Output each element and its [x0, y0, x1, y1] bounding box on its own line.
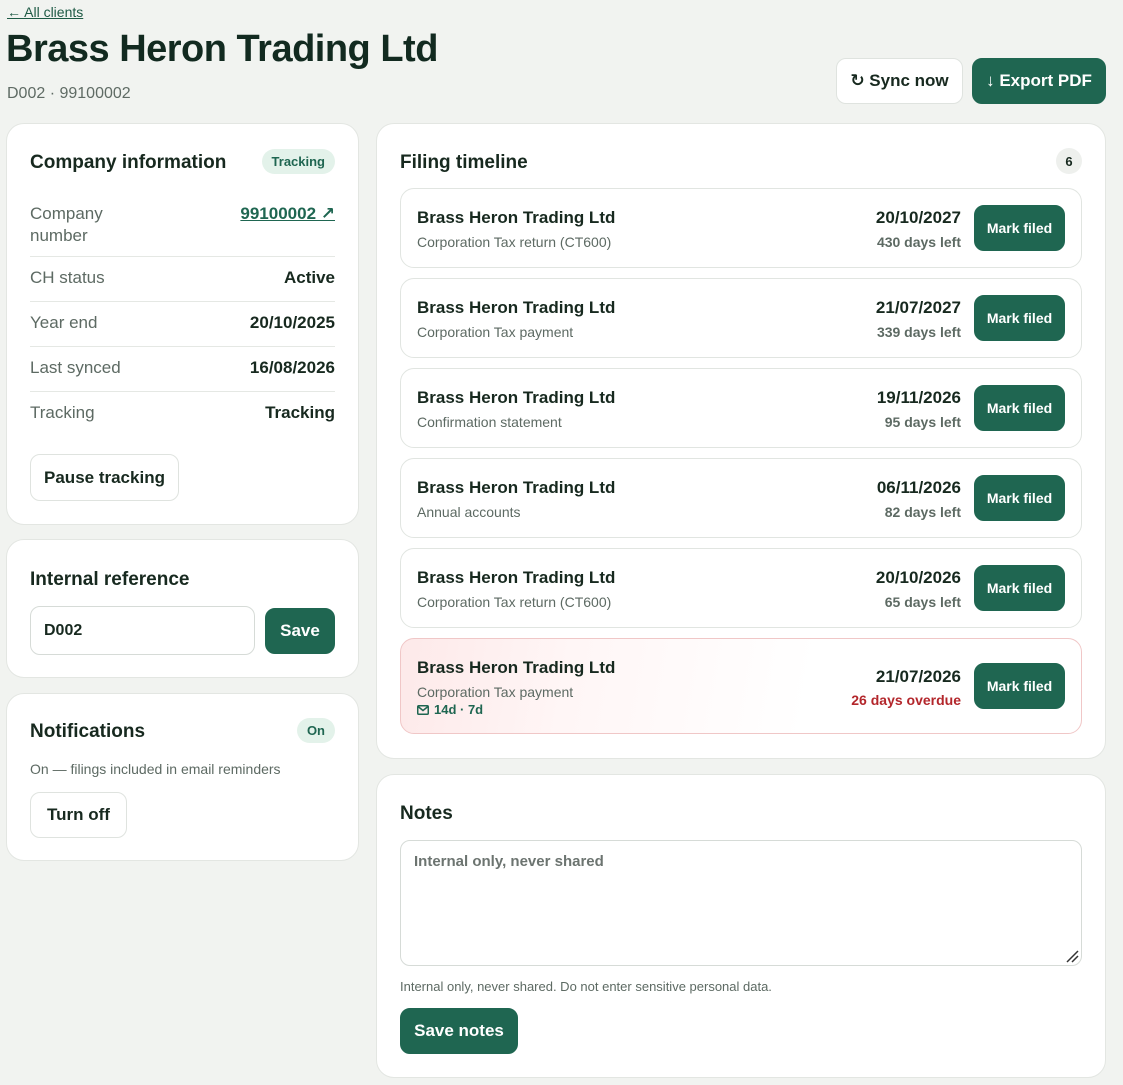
- info-label: Company number: [30, 204, 103, 245]
- filing-type: Confirmation statement: [417, 414, 562, 430]
- filing-due-date: 21/07/2026: [875, 667, 961, 686]
- info-value: Tracking: [265, 403, 335, 422]
- filing-timeline-card: Filing timeline 6 Brass Heron Trading Lt…: [376, 123, 1106, 759]
- notifications-description: On — filings included in email reminders: [30, 761, 281, 777]
- info-value: Active: [283, 268, 335, 287]
- filing-company: Brass Heron Trading Ltd: [417, 388, 616, 407]
- filing-days-remaining: 430 days left: [876, 234, 961, 250]
- turn-off-notifications-button[interactable]: Turn off: [30, 792, 127, 838]
- filing-list: Brass Heron Trading Ltd Corporation Tax …: [400, 188, 1082, 744]
- info-label: Last synced: [30, 358, 121, 377]
- filing-company: Brass Heron Trading Ltd: [417, 478, 616, 497]
- filing-due-date: 20/10/2027: [875, 208, 961, 227]
- filing-days-remaining: 82 days left: [884, 504, 961, 520]
- info-label: Year end: [30, 313, 98, 332]
- mark-filed-button[interactable]: Mark filed: [974, 295, 1065, 341]
- filing-days-overdue: 26 days overdue: [851, 692, 961, 708]
- mark-filed-button[interactable]: Mark filed: [974, 205, 1065, 251]
- notifications-title: Notifications: [30, 721, 146, 742]
- mark-filed-button[interactable]: Mark filed: [974, 663, 1065, 709]
- filing-due-date: 19/11/2026: [876, 388, 961, 407]
- filing-type: Corporation Tax payment: [417, 684, 574, 700]
- page-title: Brass Heron Trading Ltd: [6, 28, 438, 70]
- filing-company: Brass Heron Trading Ltd: [417, 658, 616, 677]
- sync-now-button[interactable]: ↻ Sync now: [836, 58, 963, 104]
- save-notes-button[interactable]: Save notes: [400, 1008, 518, 1054]
- filing-company: Brass Heron Trading Ltd: [417, 208, 616, 227]
- filing-due-date: 21/07/2027: [875, 298, 961, 317]
- filing-item: Brass Heron Trading Ltd Corporation Tax …: [400, 188, 1082, 268]
- pause-tracking-button[interactable]: Pause tracking: [30, 454, 179, 501]
- notes-title: Notes: [400, 803, 453, 824]
- mark-filed-button[interactable]: Mark filed: [974, 385, 1065, 431]
- company-information-card: Company information Tracking Company num…: [6, 123, 359, 525]
- notes-hint: Internal only, never shared. Do not ente…: [400, 979, 772, 994]
- filing-item: Brass Heron Trading Ltd Corporation Tax …: [400, 548, 1082, 628]
- info-label: CH status: [30, 268, 105, 287]
- info-value: 20/10/2025: [249, 313, 335, 332]
- page-subtitle: D002 · 99100002: [7, 85, 131, 102]
- internal-reference-card: Internal reference Save: [6, 539, 359, 678]
- info-row-tracking: Tracking Tracking: [30, 392, 335, 436]
- filing-due-date: 06/11/2026: [876, 478, 961, 497]
- mark-filed-button[interactable]: Mark filed: [974, 475, 1065, 521]
- info-row-last-synced: Last synced 16/08/2026: [30, 347, 335, 392]
- reminder-schedule: 14d · 7d: [417, 702, 483, 717]
- info-row-ch-status: CH status Active: [30, 257, 335, 302]
- filing-type: Corporation Tax return (CT600): [417, 594, 612, 610]
- filing-days-remaining: 95 days left: [884, 414, 961, 430]
- save-reference-button[interactable]: Save: [265, 608, 335, 654]
- back-to-all-clients-link[interactable]: ← All clients: [7, 4, 83, 20]
- export-pdf-button[interactable]: ↓ Export PDF: [972, 58, 1106, 104]
- resize-handle-icon[interactable]: [1063, 947, 1079, 963]
- info-value: 16/08/2026: [249, 358, 335, 377]
- notifications-card: Notifications On On — filings included i…: [6, 693, 359, 861]
- info-label: Tracking: [30, 403, 95, 422]
- filing-type: Corporation Tax return (CT600): [417, 234, 612, 250]
- tracking-status-badge: Tracking: [261, 149, 335, 174]
- internal-reference-title: Internal reference: [30, 569, 190, 590]
- notes-card: Notes Internal only, never shared. Do no…: [376, 774, 1106, 1078]
- filing-type: Corporation Tax payment: [417, 324, 574, 340]
- company-information-title: Company information: [30, 152, 227, 173]
- filing-type: Annual accounts: [417, 504, 521, 520]
- notifications-status-badge: On: [296, 718, 335, 743]
- filing-days-remaining: 339 days left: [876, 324, 961, 340]
- company-info-list: Company number 99100002 ↗ CH status Acti…: [30, 201, 335, 436]
- company-number-link[interactable]: 99100002 ↗: [240, 203, 335, 225]
- mark-filed-button[interactable]: Mark filed: [974, 565, 1065, 611]
- filing-item-overdue: Brass Heron Trading Ltd Corporation Tax …: [400, 638, 1082, 734]
- filing-days-remaining: 65 days left: [884, 594, 961, 610]
- filing-item: Brass Heron Trading Ltd Confirmation sta…: [400, 368, 1082, 448]
- info-row-company-number: Company number 99100002 ↗: [30, 201, 335, 257]
- filing-due-date: 20/10/2026: [875, 568, 961, 587]
- info-row-year-end: Year end 20/10/2025: [30, 302, 335, 347]
- filing-item: Brass Heron Trading Ltd Annual accounts …: [400, 458, 1082, 538]
- filing-timeline-title: Filing timeline: [400, 152, 528, 173]
- reminder-text: 14d · 7d: [434, 702, 484, 717]
- filing-item: Brass Heron Trading Ltd Corporation Tax …: [400, 278, 1082, 358]
- filing-count-badge: 6: [1056, 148, 1082, 174]
- filing-company: Brass Heron Trading Ltd: [417, 568, 616, 587]
- filing-company: Brass Heron Trading Ltd: [417, 298, 616, 317]
- internal-reference-input[interactable]: [30, 606, 255, 655]
- notes-textarea[interactable]: [400, 840, 1082, 966]
- envelope-icon: [417, 704, 429, 715]
